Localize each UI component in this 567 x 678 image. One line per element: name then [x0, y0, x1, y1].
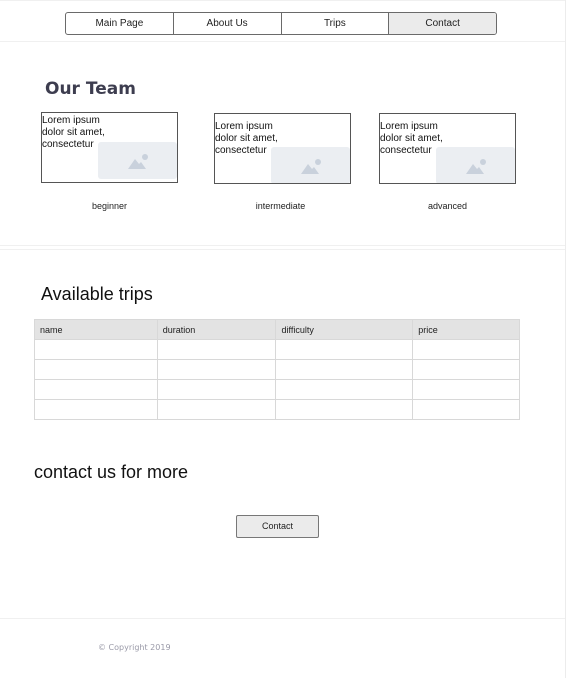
table-cell — [412, 379, 520, 400]
image-placeholder-icon — [436, 147, 515, 183]
image-placeholder-icon — [271, 147, 350, 183]
trips-title: Available trips — [41, 284, 153, 304]
table-cell — [156, 359, 277, 380]
col-duration[interactable]: duration — [156, 319, 277, 340]
card-label: intermediate — [255, 201, 306, 211]
table-row — [34, 359, 520, 380]
col-difficulty[interactable]: difficulty — [275, 319, 414, 340]
table-cell — [275, 359, 414, 380]
table-cell — [34, 379, 158, 400]
trips-table: name duration difficulty price — [34, 319, 520, 420]
footer-divider — [0, 618, 565, 619]
team-card-beginner[interactable]: Lorem ipsum dolor sit amet, consectetur — [41, 112, 178, 183]
table-header: name duration difficulty price — [34, 319, 520, 340]
card-label: advanced — [427, 201, 468, 211]
team-title: Our Team — [45, 79, 136, 99]
table-cell — [156, 339, 277, 360]
col-price[interactable]: price — [412, 319, 520, 340]
table-row — [34, 339, 520, 360]
window-edge — [565, 0, 566, 678]
table-row — [34, 399, 520, 420]
table-cell — [34, 359, 158, 380]
contact-title: contact us for more — [34, 462, 189, 482]
table-cell — [156, 399, 277, 420]
main-nav: Main Page About Us Trips Contact — [65, 12, 497, 35]
table-cell — [275, 399, 414, 420]
table-cell — [412, 399, 520, 420]
divider — [0, 245, 565, 246]
table-cell — [34, 339, 158, 360]
table-cell — [156, 379, 277, 400]
table-row — [34, 379, 520, 400]
nav-main-page[interactable]: Main Page — [66, 13, 174, 34]
table-cell — [412, 359, 520, 380]
nav-trips[interactable]: Trips — [282, 13, 390, 34]
team-card-advanced[interactable]: Lorem ipsum dolor sit amet, consectetur — [379, 113, 516, 184]
table-cell — [412, 339, 520, 360]
team-card-intermediate[interactable]: Lorem ipsum dolor sit amet, consectetur — [214, 113, 351, 184]
nav-contact[interactable]: Contact — [389, 13, 496, 34]
contact-button[interactable]: Contact — [236, 515, 319, 538]
copyright: © Copyright 2019 — [98, 643, 171, 652]
divider — [0, 41, 565, 42]
card-label: beginner — [91, 201, 128, 211]
table-cell — [275, 339, 414, 360]
divider — [0, 0, 565, 1]
table-cell — [34, 399, 158, 420]
image-placeholder-icon — [98, 142, 177, 179]
table-cell — [275, 379, 414, 400]
nav-about-us[interactable]: About Us — [174, 13, 282, 34]
divider — [0, 249, 565, 250]
col-name[interactable]: name — [34, 319, 158, 340]
